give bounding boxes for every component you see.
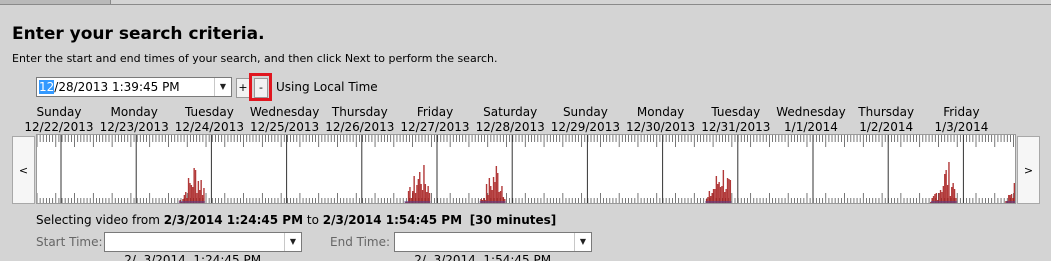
activity-bar xyxy=(944,174,946,203)
activity-bar xyxy=(178,203,179,204)
selection-to-word: to xyxy=(303,213,323,227)
activity-bar xyxy=(1013,183,1015,203)
dropdown-arrow-icon[interactable]: ▼ xyxy=(574,233,591,251)
activity-bar xyxy=(193,168,195,203)
activity-bar xyxy=(492,177,495,203)
activity-bar xyxy=(413,176,415,203)
activity-bar xyxy=(197,181,200,203)
activity-bar xyxy=(718,182,720,203)
next-button[interactable]: > xyxy=(1017,136,1040,204)
activity-bar xyxy=(945,170,947,203)
prev-button[interactable]: < xyxy=(12,136,35,204)
local-time-label: Using Local Time xyxy=(276,80,378,94)
start-time-value: 2/ 3/2014 1:24:45 PM xyxy=(124,253,262,261)
end-time-label: End Time: xyxy=(330,235,391,249)
end-time-picker[interactable]: 2/ 3/2014 1:54:45 PM ▼ xyxy=(394,232,592,261)
dropdown-arrow-icon[interactable]: ▼ xyxy=(214,78,231,96)
day-of-week: Friday xyxy=(943,105,980,119)
activity-bar xyxy=(200,180,202,203)
page-title: Enter your search criteria. xyxy=(12,24,265,44)
activity-bar xyxy=(704,203,705,204)
selection-prefix: Selecting video from xyxy=(36,213,164,227)
zoom-in-button[interactable]: + xyxy=(236,78,250,98)
datetime-selected-part: 12 xyxy=(39,80,55,94)
activity-overlay xyxy=(705,201,732,203)
end-time-value: 2/ 3/2014 1:54:45 PM xyxy=(414,253,552,261)
activity-bar xyxy=(726,178,729,203)
activity-bar xyxy=(952,183,954,203)
start-time-label: Start Time: xyxy=(36,235,103,249)
selection-duration: [30 minutes] xyxy=(469,213,557,227)
activity-bar xyxy=(729,180,732,203)
activity-bar xyxy=(423,165,425,203)
activity-bar xyxy=(194,170,197,203)
dropdown-arrow-icon[interactable]: ▼ xyxy=(284,233,301,251)
top-tab[interactable] xyxy=(0,0,111,5)
day-header: Friday 1/3/2014 xyxy=(916,105,1006,135)
selection-to: 2/3/2014 1:54:45 PM xyxy=(322,213,463,227)
datetime-picker[interactable]: 12/28/2013 1:39:45 PM ▼ xyxy=(36,77,232,97)
activity-overlay xyxy=(479,201,506,203)
activity-bar xyxy=(494,182,496,203)
instructions-text: Enter the start and end times of your se… xyxy=(12,52,498,65)
start-time-picker[interactable]: 2/ 3/2014 1:24:45 PM ▼ xyxy=(104,232,302,261)
activity-overlay xyxy=(404,201,431,203)
activity-bar xyxy=(404,203,405,204)
activity-bar xyxy=(948,162,950,203)
activity-bar xyxy=(1015,178,1016,204)
timeline-graph xyxy=(37,135,1016,204)
selection-from: 2/3/2014 1:24:45 PM xyxy=(163,213,304,227)
activity-bar xyxy=(495,166,498,203)
activity-bar xyxy=(715,176,718,203)
timeline[interactable] xyxy=(36,134,1016,204)
top-divider xyxy=(110,4,1051,5)
datetime-value: /28/2013 1:39:45 PM xyxy=(54,80,180,94)
activity-bar xyxy=(488,178,491,203)
activity-bar xyxy=(497,173,499,203)
activity-bar xyxy=(417,179,420,203)
activity-bar xyxy=(187,178,190,203)
search-criteria-panel: Enter your search criteria. Enter the st… xyxy=(0,0,1051,261)
activity-overlay xyxy=(178,201,205,203)
highlight-box xyxy=(249,73,272,101)
timeline-bg xyxy=(37,135,1015,203)
activity-bar xyxy=(728,179,730,203)
activity-overlay xyxy=(930,201,957,203)
day-date: 1/3/2014 xyxy=(934,120,989,134)
activity-bar xyxy=(189,183,191,203)
activity-bar xyxy=(722,170,725,203)
selection-summary: Selecting video from 2/3/2014 1:24:45 PM… xyxy=(36,213,556,227)
activity-bar xyxy=(419,172,421,203)
activity-overlay xyxy=(1006,201,1015,203)
